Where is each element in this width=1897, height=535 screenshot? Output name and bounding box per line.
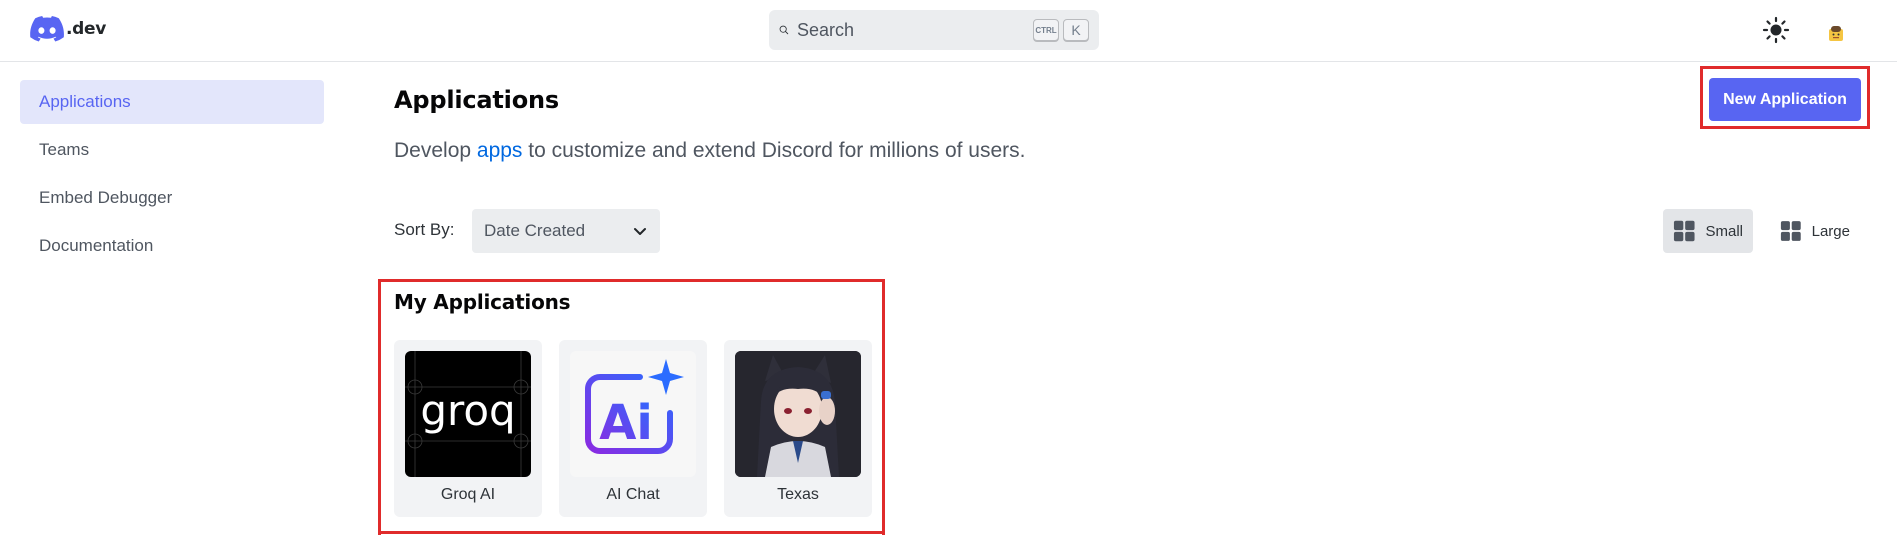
discord-logo-icon <box>30 16 64 42</box>
ai-logo-art: Ai <box>585 359 684 454</box>
subtitle-text-start: Develop <box>394 139 477 162</box>
page-title: Applications <box>394 86 559 114</box>
logo-text: .dev <box>66 19 107 39</box>
view-large-toggle[interactable]: Large <box>1770 209 1860 253</box>
ai-logo-text: Ai <box>599 395 653 451</box>
grid-large-icon <box>1780 221 1801 241</box>
app-name: Texas <box>777 486 819 503</box>
app-card-groq-ai[interactable]: groq Groq AI <box>394 340 542 517</box>
groq-logo-art: groq <box>405 351 531 477</box>
sidebar-nav: Applications Teams Embed Debugger Docume… <box>20 80 324 272</box>
avatar[interactable] <box>1826 24 1846 44</box>
ai-chat-app-icon: Ai <box>570 351 696 477</box>
sidebar-item-embed-debugger[interactable]: Embed Debugger <box>20 176 324 220</box>
search-icon <box>779 25 789 35</box>
discord-dev-logo[interactable]: .dev <box>30 16 106 42</box>
view-small-toggle[interactable]: Small <box>1663 209 1753 253</box>
app-name: Groq AI <box>440 486 496 503</box>
sun-icon[interactable] <box>1762 16 1790 44</box>
app-name: AI Chat <box>606 486 660 503</box>
app-card-ai-chat[interactable]: Ai AI Chat <box>559 340 707 517</box>
my-applications-heading: My Applications <box>394 290 571 314</box>
sidebar-item-applications[interactable]: Applications <box>20 80 324 124</box>
new-application-button[interactable]: New Application <box>1709 78 1861 121</box>
sort-by-value: Date Created <box>484 221 586 240</box>
grid-small-icon <box>1673 220 1695 242</box>
page-subtitle: Develop apps to customize and extend Dis… <box>394 139 1025 163</box>
groq-logo-text: groq <box>420 386 515 435</box>
sort-by-label: Sort By: <box>394 220 455 239</box>
k-key-hint: K <box>1063 19 1089 41</box>
subtitle-text-end: to customize and extend Discord for mill… <box>522 139 1026 162</box>
sidebar-item-documentation[interactable]: Documentation <box>20 224 324 268</box>
app-card-texas[interactable]: Texas <box>724 340 872 517</box>
anime-character-art <box>735 351 861 477</box>
texas-app-icon <box>735 351 861 477</box>
sidebar-item-teams[interactable]: Teams <box>20 128 324 172</box>
ctrl-key-hint: CTRL <box>1033 19 1059 41</box>
search-bar[interactable]: CTRL K <box>769 10 1099 50</box>
apps-link[interactable]: apps <box>477 139 523 162</box>
view-large-label: Large <box>1811 222 1850 240</box>
chevron-down-icon <box>634 228 646 235</box>
highlight-box-bottom-edge <box>378 531 885 534</box>
search-input[interactable] <box>797 19 1029 41</box>
top-header: .dev CTRL K <box>0 0 1897 62</box>
view-small-label: Small <box>1705 222 1743 240</box>
sort-by-select[interactable]: Date Created <box>472 209 660 253</box>
groq-app-icon: groq <box>405 351 531 477</box>
